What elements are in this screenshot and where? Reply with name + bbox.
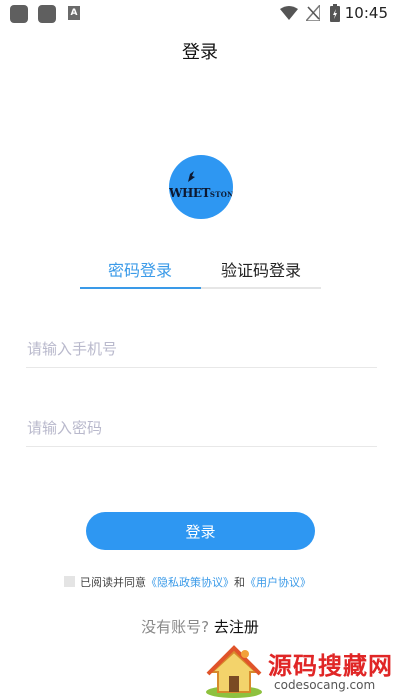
register-row: 没有账号? 去注册 xyxy=(0,616,400,637)
agreement-row: 已阅读并同意《隐私政策协议》和《用户协议》 xyxy=(64,574,311,590)
login-method-tabs: 密码登录 验证码登录 xyxy=(80,250,321,290)
tab-code-login[interactable]: 验证码登录 xyxy=(201,257,321,281)
login-button[interactable]: 登录 xyxy=(86,512,315,550)
phone-input[interactable] xyxy=(26,331,377,368)
agreement-checkbox[interactable] xyxy=(64,576,75,587)
register-link[interactable]: 去注册 xyxy=(214,618,259,636)
app-logo: WHETSTONE xyxy=(169,155,233,219)
active-tab-indicator xyxy=(80,287,201,289)
watermark-title: 源码搜藏网 xyxy=(268,651,393,680)
notification-icon xyxy=(10,5,28,23)
watermark-url: codesocang.com xyxy=(274,678,376,692)
app-badge-icon: A xyxy=(68,6,80,20)
notification-icon xyxy=(38,5,56,23)
page-title: 登录 xyxy=(182,42,218,63)
clock: 10:45 xyxy=(344,4,388,22)
bird-icon xyxy=(188,171,195,182)
no-signal-icon xyxy=(306,5,320,21)
wifi-icon xyxy=(280,6,298,20)
tab-password-login[interactable]: 密码登录 xyxy=(80,257,200,281)
watermark: 源码搜藏网 codesocang.com xyxy=(200,636,400,700)
password-input[interactable] xyxy=(26,410,377,447)
logo-text: WHETSTONE xyxy=(169,182,233,201)
house-logo-icon xyxy=(206,645,262,698)
logo-text-tail: STONE xyxy=(209,190,233,199)
logo-text-main: WHET xyxy=(169,186,210,200)
no-account-text: 没有账号? xyxy=(141,618,210,636)
agreement-text: 已阅读并同意 xyxy=(80,576,146,589)
privacy-policy-link[interactable]: 《隐私政策协议》 xyxy=(146,576,234,589)
battery-charging-icon xyxy=(330,4,340,22)
user-agreement-link[interactable]: 《用户协议》 xyxy=(245,576,311,589)
status-bar: A 10:45 xyxy=(0,0,400,28)
agreement-and-text: 和 xyxy=(234,576,245,589)
